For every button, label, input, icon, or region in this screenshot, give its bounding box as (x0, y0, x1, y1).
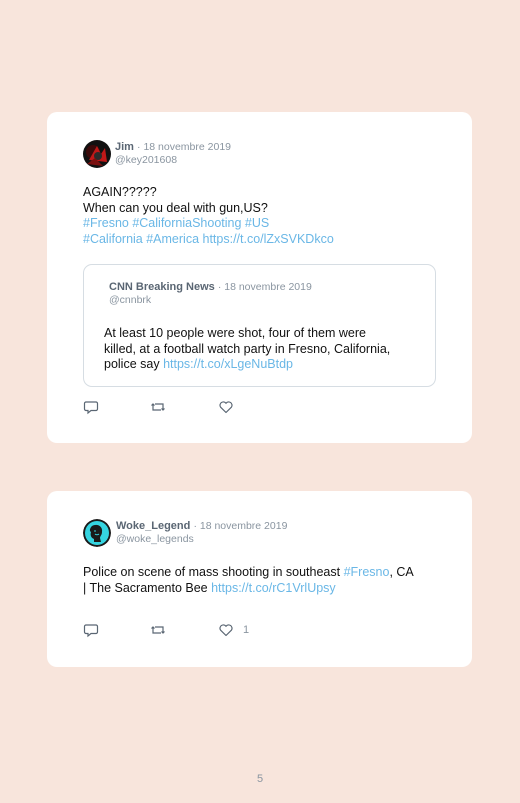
author-line: Woke_Legend · 18 novembre 2019 (116, 520, 287, 532)
reply-button[interactable] (83, 399, 99, 415)
retweet-button[interactable] (150, 622, 166, 638)
tweet-actions: 1 (83, 622, 283, 640)
author-line: Jim · 18 novembre 2019 (115, 141, 231, 153)
hashtag-link[interactable]: #Fresno (344, 565, 390, 579)
tweet-line: AGAIN????? (83, 185, 334, 201)
page-number: 5 (256, 773, 264, 785)
text-segment: Police on scene of mass shooting in sout… (83, 565, 344, 579)
retweet-icon (151, 626, 165, 634)
author-name[interactable]: Jim (115, 141, 134, 153)
text-segment: , CA (389, 565, 414, 579)
quoted-line: At least 10 people were shot, four of th… (104, 326, 390, 342)
author-handle[interactable]: @key201608 (115, 154, 177, 166)
quoted-line: killed, at a football watch party in Fre… (104, 342, 390, 358)
reply-icon (83, 624, 99, 638)
quoted-line: police say https://t.co/xLgeNuBtdp (104, 357, 390, 373)
like-count: 1 (243, 624, 250, 636)
tweet-line: When can you deal with gun,US? (83, 201, 334, 217)
text-segment: When can you deal with gun,US? (83, 200, 268, 215)
author-handle[interactable]: @woke_legends (116, 533, 194, 545)
author-name[interactable]: Woke_Legend (116, 520, 190, 532)
retweet-icon (151, 403, 165, 411)
text-segment: | The Sacramento Bee (83, 580, 212, 595)
tweet-date[interactable]: · 18 novembre 2019 (193, 520, 287, 532)
hashtag-links[interactable]: #California #America https://t.co/lZxSVK… (83, 232, 334, 246)
quoted-text: At least 10 people were shot, four of th… (104, 326, 390, 373)
tweet-card: Jim · 18 novembre 2019 @key201608 AGAIN?… (47, 112, 472, 443)
tweet-line: | The Sacramento Bee https://t.co/rC1Vrl… (83, 581, 414, 597)
like-button[interactable]: 1 (218, 622, 249, 638)
like-button[interactable] (218, 399, 234, 415)
avatar-image (83, 519, 111, 547)
tweet-line: Police on scene of mass shooting in sout… (83, 565, 414, 581)
heart-icon (219, 401, 233, 414)
text-segment: police say (104, 357, 164, 371)
url-link[interactable]: https://t.co/rC1VrlUpsy (211, 581, 336, 595)
retweet-button[interactable] (150, 399, 166, 415)
quoted-handle[interactable]: @cnnbrk (109, 294, 151, 306)
quoted-author-line: CNN Breaking News · 18 novembre 2019 (109, 281, 312, 293)
tweet-actions (83, 399, 283, 417)
avatar[interactable] (83, 140, 111, 168)
tweet-text: Police on scene of mass shooting in sout… (83, 565, 414, 596)
text-segment: At least 10 people were shot, four of th… (104, 326, 366, 340)
tweet-line: #Fresno #CaliforniaShooting #US (83, 216, 334, 232)
quoted-date: · 18 novembre 2019 (217, 281, 312, 293)
avatar[interactable] (83, 519, 111, 547)
tweet-card: Woke_Legend · 18 novembre 2019 @woke_leg… (47, 491, 472, 667)
tweet-text: AGAIN????? When can you deal with gun,US… (83, 185, 334, 247)
reply-icon (83, 401, 99, 415)
tweet-line: #California #America https://t.co/lZxSVK… (83, 232, 334, 248)
hashtag-links[interactable]: #Fresno #CaliforniaShooting #US (83, 216, 269, 230)
url-link[interactable]: https://t.co/xLgeNuBtdp (163, 357, 293, 371)
text-segment: AGAIN????? (83, 185, 157, 199)
quoted-tweet[interactable]: CNN Breaking News · 18 novembre 2019 @cn… (83, 264, 436, 387)
tweet-date[interactable]: · 18 novembre 2019 (137, 141, 231, 153)
quoted-author-name[interactable]: CNN Breaking News (109, 281, 215, 293)
reply-button[interactable] (83, 622, 99, 638)
text-segment: killed, at a football watch party in Fre… (104, 341, 391, 356)
heart-icon (219, 624, 233, 637)
avatar-image (83, 140, 111, 168)
